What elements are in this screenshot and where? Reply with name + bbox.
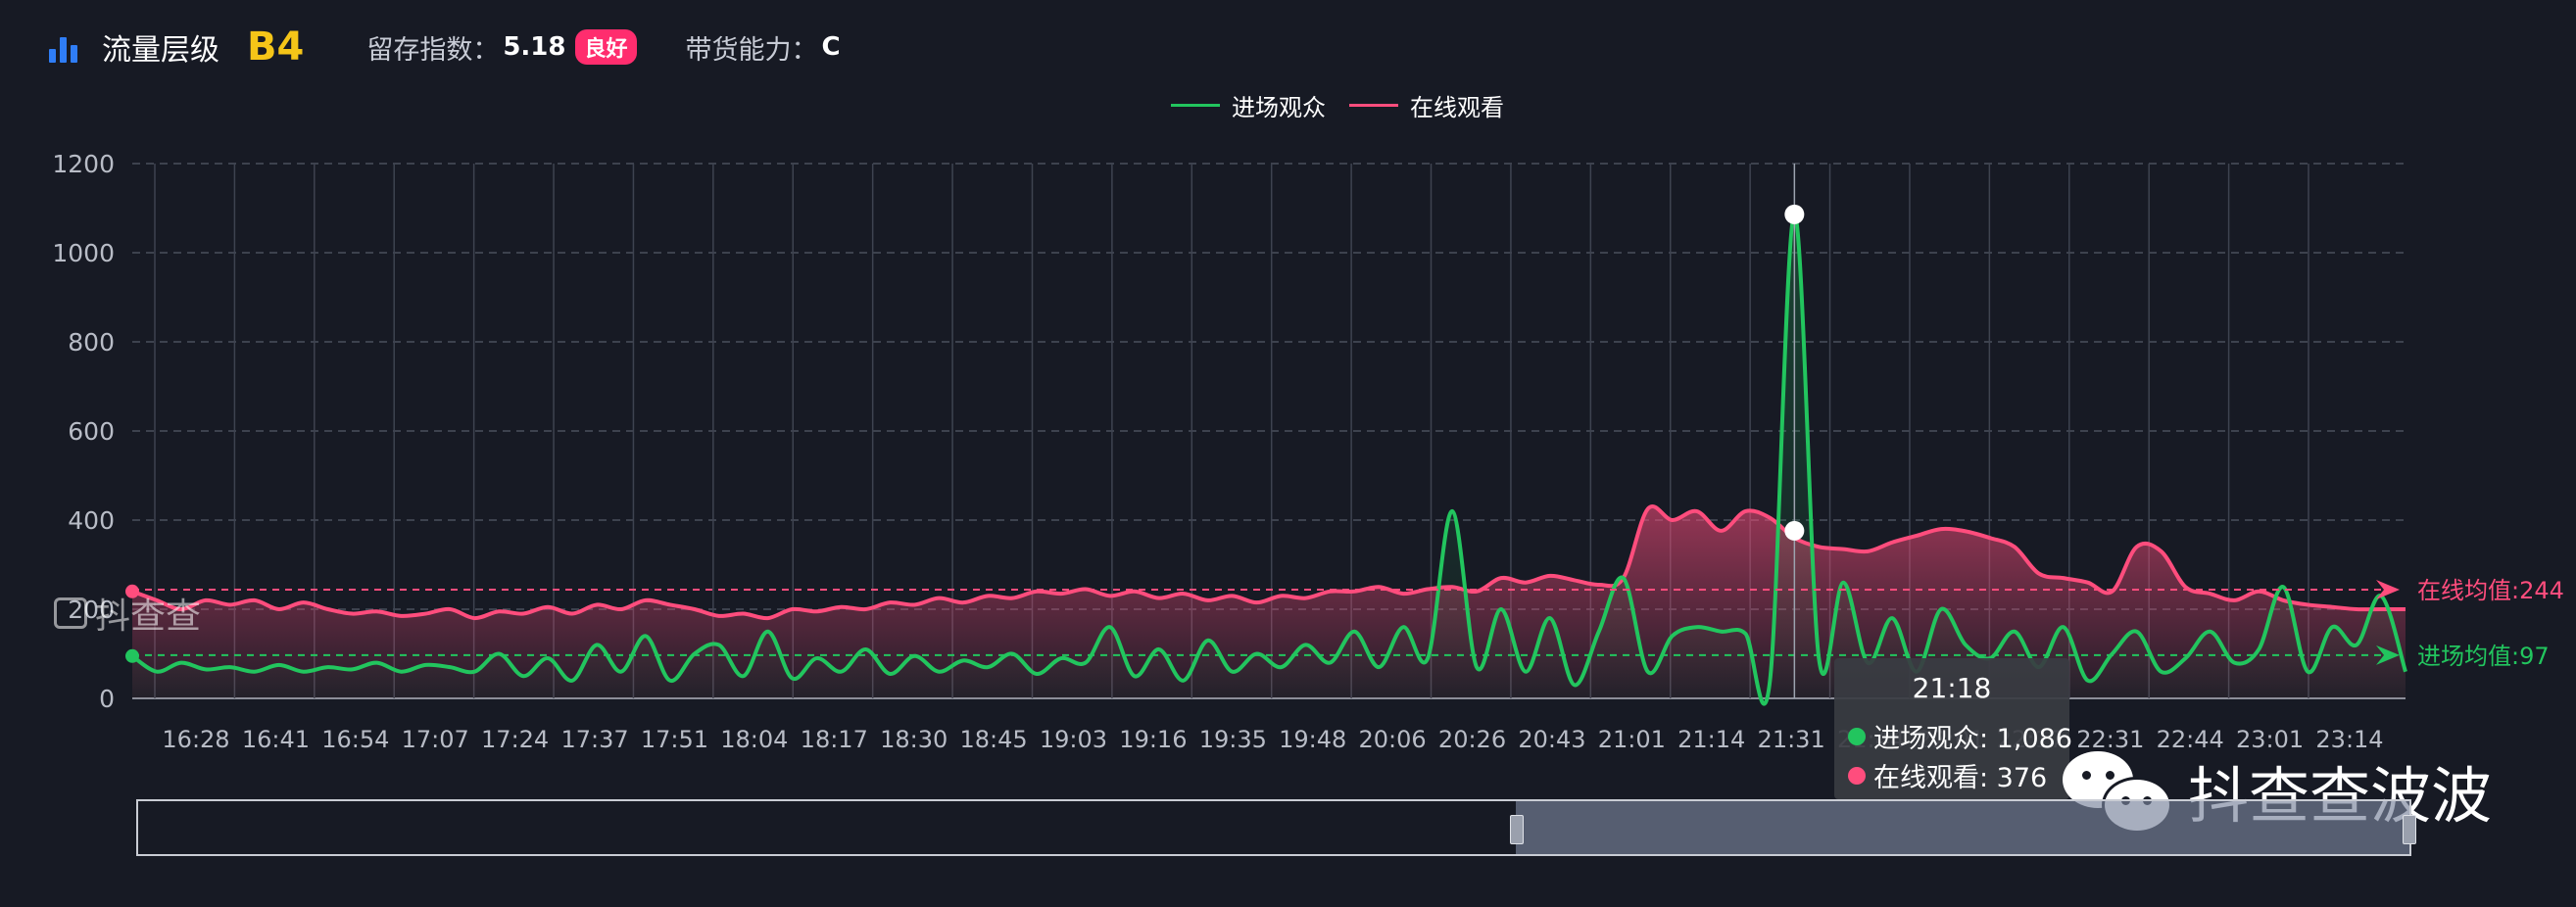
x-tick-label: 16:28 xyxy=(162,726,229,753)
x-tick-label: 18:45 xyxy=(959,726,1027,753)
watermark-top-left: 抖查查 xyxy=(54,588,201,639)
pointer-dot-online xyxy=(1784,520,1805,541)
watermark-logo-icon xyxy=(54,597,87,629)
x-tick-label: 17:37 xyxy=(560,726,628,753)
x-tick-label: 19:16 xyxy=(1119,726,1187,753)
watermark-top-left-text: 抖查查 xyxy=(95,597,202,637)
tooltip-entry-dot xyxy=(1848,727,1866,745)
pointer-dot-entry xyxy=(1784,204,1805,224)
x-tick-label: 20:43 xyxy=(1518,726,1585,753)
y-tick-label: 800 xyxy=(68,328,115,357)
online-average-label: 在线均值:244 xyxy=(2417,577,2564,604)
data-zoom-slider[interactable] xyxy=(136,799,2416,856)
data-zoom-handle-right[interactable] xyxy=(2403,815,2416,844)
x-tick-label: 21:01 xyxy=(1598,726,1666,753)
x-tick-label: 17:24 xyxy=(481,726,549,753)
x-tick-label: 17:51 xyxy=(641,726,708,753)
tooltip-online-dot xyxy=(1848,766,1866,785)
y-tick-label: 600 xyxy=(68,417,115,446)
y-tick-label: 0 xyxy=(99,685,115,713)
x-tick-label: 21:31 xyxy=(1758,726,1825,753)
data-zoom-handle-left[interactable] xyxy=(1510,815,1524,844)
tooltip-online-row: 在线观看: 376 xyxy=(1848,756,2047,794)
x-tick-label: 21:14 xyxy=(1677,726,1745,753)
x-tick-label: 20:26 xyxy=(1438,726,1506,753)
x-tick-label: 19:48 xyxy=(1279,726,1346,753)
tooltip-time: 21:18 xyxy=(1912,672,1992,704)
tooltip-entry-row: 进场观众: 1,086 xyxy=(1848,717,2072,755)
y-tick-label: 400 xyxy=(68,506,115,535)
x-tick-label: 16:54 xyxy=(321,726,389,753)
x-tick-label: 18:17 xyxy=(801,726,868,753)
x-tick-label: 18:04 xyxy=(720,726,788,753)
data-zoom-selection[interactable] xyxy=(1516,801,2409,854)
x-tick-label: 17:07 xyxy=(402,726,469,753)
y-tick-label: 1200 xyxy=(52,150,115,178)
x-tick-label: 19:35 xyxy=(1199,726,1267,753)
tooltip-entry-text: 进场观众: 1,086 xyxy=(1873,724,2072,754)
y-tick-label: 1000 xyxy=(52,239,115,267)
tooltip-online-text: 在线观看: 376 xyxy=(1873,763,2048,793)
x-tick-label: 19:03 xyxy=(1040,726,1107,753)
x-tick-label: 18:30 xyxy=(880,726,948,753)
x-tick-label: 20:06 xyxy=(1359,726,1427,753)
x-tick-label: 16:41 xyxy=(242,726,310,753)
entry-average-label: 进场均值:97 xyxy=(2417,643,2550,670)
chart-tooltip: 21:18 进场观众: 1,086 在线观看: 376 xyxy=(1834,658,2072,799)
